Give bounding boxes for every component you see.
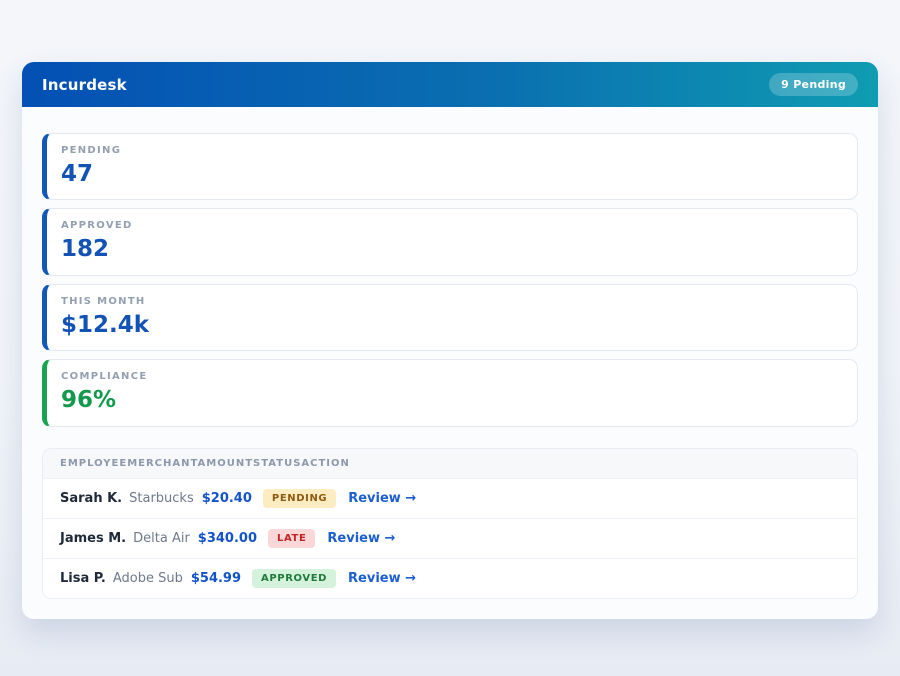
stat-label: COMPLIANCE	[61, 371, 841, 382]
stat-label: THIS MONTH	[61, 296, 841, 307]
expense-amount: $340.00	[198, 531, 257, 546]
column-header-employee: EMPLOYEE	[60, 458, 127, 469]
expense-amount: $54.99	[191, 571, 241, 586]
status-badge: APPROVED	[252, 569, 336, 588]
employee-name: Sarah K.	[60, 491, 122, 506]
review-link[interactable]: Review →	[348, 571, 416, 586]
app-header: Incurdesk 9 Pending	[22, 62, 878, 107]
pending-count-badge: 9 Pending	[769, 73, 858, 96]
review-link[interactable]: Review →	[348, 491, 416, 506]
app-body: PENDING 47 APPROVED 182 THIS MONTH $12.4…	[22, 107, 878, 619]
table-row: Lisa P. Adobe Sub $54.99 APPROVED Review…	[43, 558, 857, 598]
review-link[interactable]: Review →	[327, 531, 395, 546]
stat-card-this-month: THIS MONTH $12.4k	[42, 284, 858, 351]
expense-amount: $20.40	[202, 491, 252, 506]
app-title: Incurdesk	[42, 76, 127, 94]
merchant-name: Starbucks	[129, 491, 194, 506]
table-header-row: EMPLOYEEMERCHANTAMOUNTSTATUSACTION	[43, 449, 857, 478]
stat-card-compliance: COMPLIANCE 96%	[42, 359, 858, 426]
column-header-action: ACTION	[301, 458, 350, 469]
column-header-merchant: MERCHANT	[127, 458, 197, 469]
table-row: James M. Delta Air $340.00 LATE Review →	[43, 518, 857, 558]
incurdesk-app-card: Incurdesk 9 Pending PENDING 47 APPROVED …	[22, 62, 878, 619]
merchant-name: Adobe Sub	[113, 571, 183, 586]
employee-name: Lisa P.	[60, 571, 106, 586]
stat-value: 47	[61, 161, 841, 187]
stat-card-pending: PENDING 47	[42, 133, 858, 200]
column-header-amount: AMOUNT	[198, 458, 254, 469]
stat-label: APPROVED	[61, 220, 841, 231]
stat-value: 96%	[61, 387, 841, 413]
stat-value: $12.4k	[61, 312, 841, 338]
status-badge: LATE	[268, 529, 315, 548]
stat-value: 182	[61, 236, 841, 262]
merchant-name: Delta Air	[133, 531, 190, 546]
employee-name: James M.	[60, 531, 126, 546]
stat-label: PENDING	[61, 145, 841, 156]
stat-card-approved: APPROVED 182	[42, 208, 858, 275]
table-row: Sarah K. Starbucks $20.40 PENDING Review…	[43, 478, 857, 518]
column-header-status: STATUS	[253, 458, 301, 469]
status-badge: PENDING	[263, 489, 336, 508]
expense-table: EMPLOYEEMERCHANTAMOUNTSTATUSACTION Sarah…	[42, 448, 858, 599]
